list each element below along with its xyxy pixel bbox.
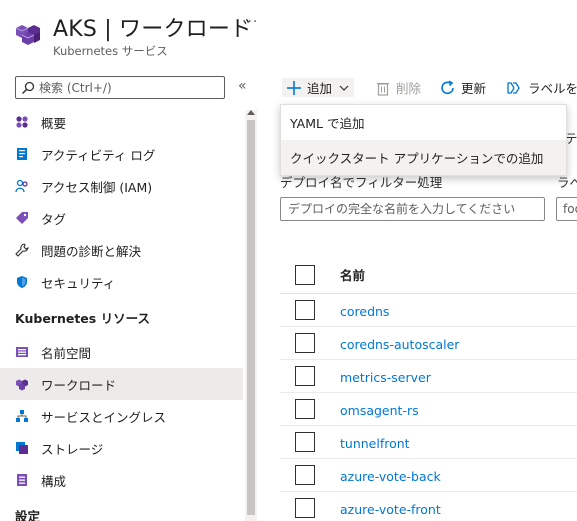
delete-label: 削除 xyxy=(396,81,422,96)
tag-icon xyxy=(16,212,28,224)
row-checkbox[interactable] xyxy=(295,465,315,485)
select-all-checkbox[interactable] xyxy=(295,264,315,285)
sidebar-item-label: 構成 xyxy=(41,473,67,489)
storage-icon xyxy=(16,442,28,454)
labels-label: ラベルを xyxy=(528,81,577,96)
sidebar-item-label: アクセス制御 (IAM) xyxy=(41,179,153,195)
sidebar-item-workloads[interactable]: ワークロード xyxy=(0,368,243,400)
sidebar-item-label: ワークロード xyxy=(41,377,117,393)
refresh-label: 更新 xyxy=(461,81,487,96)
sidebar-item-services-ingress[interactable]: サービスとイングレス xyxy=(0,400,243,432)
collapse-sidebar-button[interactable]: « xyxy=(238,78,247,94)
sidebar-item-diagnose[interactable]: 問題の診断と解決 xyxy=(0,234,243,266)
workload-icon xyxy=(16,379,28,391)
deployments-table: 名前 coredns coredns-autoscaler metrics-se… xyxy=(280,256,577,521)
sidebar-item-label: サービスとイングレス xyxy=(41,409,167,425)
page-subtitle: Kubernetes サービス xyxy=(53,44,168,58)
menu-item-add-quickstart[interactable]: クイックスタート アプリケーションでの追加 xyxy=(281,140,566,175)
row-checkbox[interactable] xyxy=(295,432,315,452)
table-row: coredns-autoscaler xyxy=(280,327,577,360)
sidebar-nav: 概要 アクティビティ ログ アクセス制御 (IAM) タグ 問題の診断と解決 セ… xyxy=(0,106,243,521)
deployment-link[interactable]: azure-vote-back xyxy=(340,469,441,484)
deployment-link[interactable]: omsagent-rs xyxy=(340,403,419,418)
deployment-link[interactable]: azure-vote-front xyxy=(340,502,441,517)
more-options-button[interactable]: ··· xyxy=(242,14,258,30)
sidebar-item-iam[interactable]: アクセス制御 (IAM) xyxy=(0,170,243,202)
services-icon xyxy=(16,410,28,422)
row-checkbox[interactable] xyxy=(295,498,315,518)
labels-button[interactable]: ラベルを xyxy=(507,78,577,97)
deployment-filter-input[interactable] xyxy=(280,197,545,221)
menu-item-add-yaml[interactable]: YAML で追加 xyxy=(281,105,566,140)
table-row: azure-vote-front xyxy=(280,492,577,521)
activity-log-icon xyxy=(17,148,27,160)
row-checkbox[interactable] xyxy=(295,300,315,320)
sidebar-item-label: 名前空間 xyxy=(41,345,92,361)
aks-logo-icon xyxy=(15,25,40,45)
command-bar: 追加 削除 更新 ラベルを xyxy=(280,72,577,102)
table-row: tunnelfront xyxy=(280,426,577,459)
section-kubernetes-resources: Kubernetes リソース xyxy=(15,310,150,326)
sidebar-item-namespaces[interactable]: 名前空間 xyxy=(0,336,243,368)
wrench-icon xyxy=(15,243,29,257)
search-input[interactable] xyxy=(39,79,219,96)
deployment-link[interactable]: coredns xyxy=(340,304,389,319)
scroll-up-arrow-icon[interactable] xyxy=(247,110,255,115)
add-dropdown-menu: YAML で追加 クイックスタート アプリケーションでの追加 xyxy=(280,104,567,176)
labels-icon xyxy=(507,81,520,94)
refresh-icon xyxy=(441,79,454,94)
deployment-link[interactable]: tunnelfront xyxy=(340,436,410,451)
table-row: omsagent-rs xyxy=(280,393,577,426)
plus-icon xyxy=(287,80,301,95)
config-icon xyxy=(17,474,27,486)
sidebar-item-security[interactable]: セキュリティ xyxy=(0,266,243,298)
column-header-name[interactable]: 名前 xyxy=(340,265,365,284)
sidebar-item-label: 問題の診断と解決 xyxy=(41,243,142,259)
trash-icon xyxy=(377,82,389,96)
chevron-down-icon xyxy=(339,85,349,91)
table-row: azure-vote-back xyxy=(280,459,577,492)
sidebar-item-label: タグ xyxy=(41,211,67,227)
sidebar-item-configuration[interactable]: 構成 xyxy=(0,464,243,496)
page-title: AKS | ワークロード xyxy=(53,17,253,42)
sidebar-item-activity-log[interactable]: アクティビティ ログ xyxy=(0,138,243,170)
search-icon xyxy=(21,81,35,95)
add-label: 追加 xyxy=(307,81,333,96)
table-row: metrics-server xyxy=(280,360,577,393)
table-header: 名前 xyxy=(280,256,577,294)
overview-icon xyxy=(16,116,28,128)
page-header: AKS | ワークロード Kubernetes サービス ··· xyxy=(0,0,577,66)
shield-icon xyxy=(17,276,27,288)
sidebar-item-label: アクティビティ ログ xyxy=(41,147,156,163)
scrollbar-thumb[interactable] xyxy=(247,120,255,515)
sidebar-item-label: セキュリティ xyxy=(41,275,116,291)
sidebar: « 概要 アクティビティ ログ アクセス制御 (IAM) xyxy=(0,66,258,521)
sidebar-item-overview[interactable]: 概要 xyxy=(0,106,243,138)
row-checkbox[interactable] xyxy=(295,333,315,353)
deployment-link[interactable]: metrics-server xyxy=(340,370,431,385)
add-button[interactable]: 追加 xyxy=(282,78,355,97)
deployment-link[interactable]: coredns-autoscaler xyxy=(340,337,459,352)
sidebar-scrollbar[interactable] xyxy=(245,110,257,521)
label-filter-input[interactable] xyxy=(556,197,577,221)
delete-button[interactable]: 削除 xyxy=(375,78,421,97)
sidebar-item-label: 概要 xyxy=(41,115,67,131)
row-checkbox[interactable] xyxy=(295,399,315,419)
sidebar-item-label: ストレージ xyxy=(41,441,104,457)
refresh-button[interactable]: 更新 xyxy=(440,78,486,97)
namespace-icon xyxy=(16,347,28,357)
section-settings: 設定 xyxy=(15,508,41,521)
iam-icon xyxy=(15,179,28,193)
row-checkbox[interactable] xyxy=(295,366,315,386)
sidebar-search[interactable] xyxy=(15,76,225,99)
sidebar-item-tags[interactable]: タグ xyxy=(0,202,243,234)
sidebar-item-storage[interactable]: ストレージ xyxy=(0,432,243,464)
table-row: coredns xyxy=(280,294,577,327)
